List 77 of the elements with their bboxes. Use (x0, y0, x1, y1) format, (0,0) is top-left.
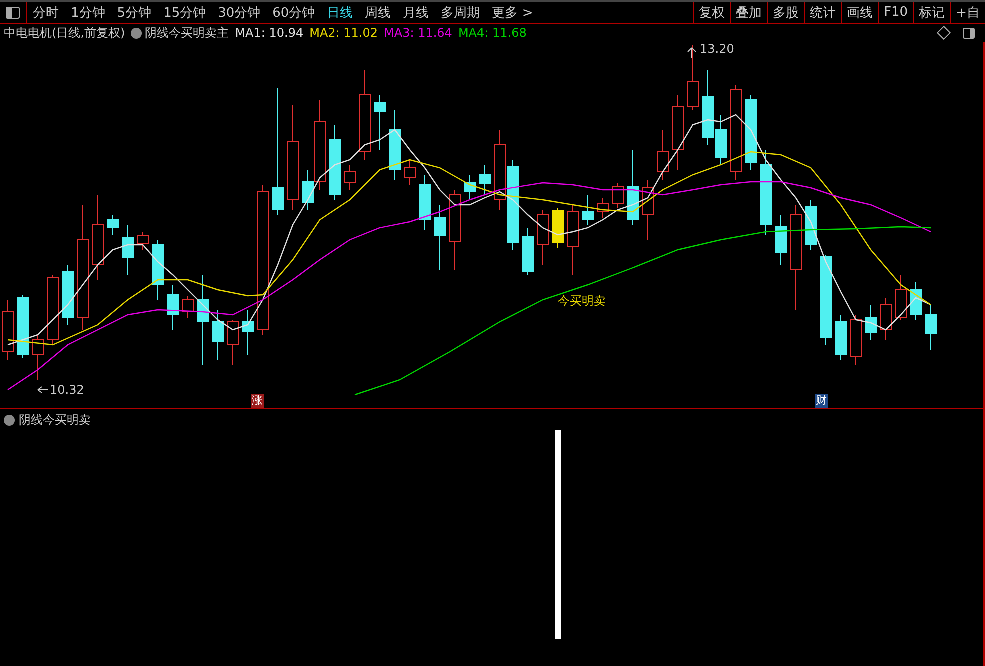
candlestick (62, 264, 74, 326)
candlestick (910, 282, 922, 320)
event-marker: 财 (815, 394, 828, 408)
candlestick (642, 180, 654, 240)
leader-arrow-icon (38, 386, 48, 394)
toolbar-button[interactable]: 画线 (841, 2, 878, 23)
period-tab[interactable]: 1分钟 (65, 4, 112, 22)
candlestick (835, 314, 847, 360)
dropdown-icon[interactable] (4, 415, 15, 426)
high-price-label: 13.20 (700, 42, 734, 56)
period-tab[interactable]: 30分钟 (212, 4, 267, 22)
period-tab[interactable]: 5分钟 (111, 4, 158, 22)
candlestick (152, 240, 164, 300)
candlestick (212, 310, 224, 360)
candlestick (657, 130, 669, 180)
candlestick (47, 274, 59, 346)
candlestick (880, 298, 892, 340)
candlestick (567, 204, 579, 276)
candlestick (865, 304, 877, 340)
candlestick (552, 208, 564, 248)
candlestick (344, 164, 356, 190)
panel-toggle-icon[interactable] (6, 6, 20, 18)
candlestick (464, 174, 476, 200)
candlestick (687, 44, 699, 110)
candlestick (805, 200, 817, 250)
candlestick (537, 210, 549, 266)
stock-title: 中电电机(日线,前复权) (4, 24, 126, 42)
candlestick (404, 160, 416, 186)
signal-label: 今买明卖 (558, 293, 606, 310)
indicator-name: 阴线今买明卖 (19, 412, 91, 429)
period-tab[interactable]: 60分钟 (266, 4, 322, 22)
period-tab[interactable]: 月线 (397, 4, 436, 22)
period-tab[interactable]: 日线 (321, 4, 360, 22)
candlestick (374, 94, 386, 150)
period-tab[interactable]: 周线 (359, 4, 398, 22)
candlestick (479, 164, 491, 196)
indicator-name: 阴线今买明卖主 (145, 24, 230, 42)
panel-toggle-icon[interactable] (963, 28, 975, 38)
candlestick (32, 334, 44, 380)
leader-arrow-icon (688, 48, 696, 58)
toolbar-button[interactable]: 复权 (693, 2, 730, 23)
candlestick (612, 182, 624, 208)
candlestick (107, 214, 119, 236)
more-button[interactable]: 更多 > (486, 4, 540, 22)
toolbar-button[interactable]: +自 (950, 2, 985, 23)
candlestick (227, 320, 239, 366)
ma-value: MA3: 11.64 (384, 26, 452, 40)
candlestick (122, 224, 134, 276)
toolbar-button[interactable]: 统计 (804, 2, 842, 23)
candlestick (522, 228, 534, 276)
candlestick (895, 274, 907, 320)
toolbar-button[interactable]: 标记 (913, 2, 950, 23)
toolbar-button[interactable]: 多股 (767, 2, 804, 23)
candlestick (167, 284, 179, 330)
candlestick (137, 232, 149, 250)
ma-value: MA1: 10.94 (235, 26, 304, 40)
period-tab[interactable]: 分时 (27, 4, 65, 22)
ma-value: MA4: 11.68 (458, 26, 527, 40)
candlestick (597, 198, 609, 218)
ma-value: MA2: 11.02 (310, 26, 378, 40)
toolbar-button[interactable]: F10 (878, 2, 914, 23)
candlestick (582, 194, 594, 226)
candlestick (389, 110, 401, 180)
candlestick (182, 296, 194, 318)
period-tab[interactable]: 多周期 (435, 4, 486, 22)
candlestick (17, 294, 29, 358)
event-marker: 涨 (251, 394, 264, 408)
toolbar-button[interactable]: 叠加 (730, 2, 768, 23)
period-tab[interactable]: 15分钟 (158, 4, 212, 22)
candlestick (925, 304, 937, 350)
candlestick (775, 214, 787, 266)
candlestick (434, 204, 446, 270)
candlestick (419, 174, 431, 230)
dropdown-icon[interactable] (131, 28, 142, 38)
low-price-label: 10.32 (50, 383, 84, 397)
candlestick (242, 310, 254, 356)
candlestick (850, 314, 862, 366)
